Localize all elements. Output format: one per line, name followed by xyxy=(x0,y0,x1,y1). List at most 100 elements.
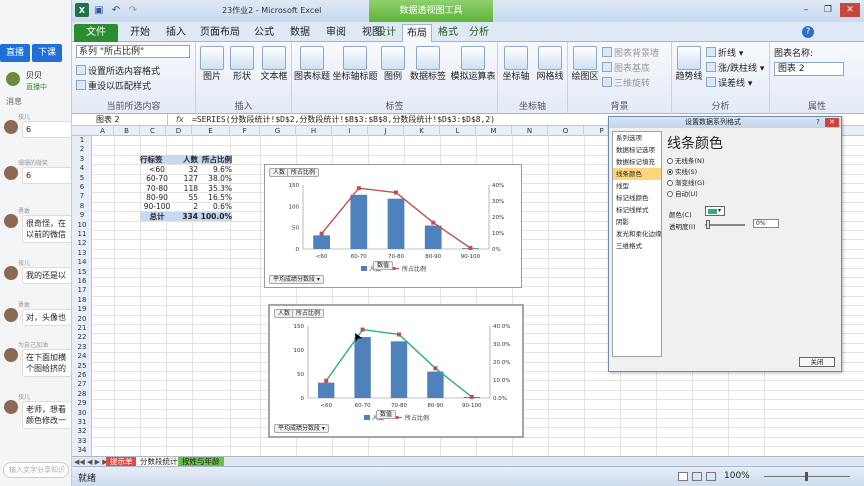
axis-title-button[interactable]: 坐标轴标题 xyxy=(332,46,378,83)
chart-title-button[interactable]: 图表标题 xyxy=(294,46,330,83)
pivot-total-cell[interactable]: 100.0% xyxy=(198,211,232,221)
row-header[interactable]: 29 xyxy=(72,399,92,408)
tab-home[interactable]: 开始 xyxy=(122,24,158,42)
column-header[interactable]: C xyxy=(140,126,166,136)
row-header[interactable]: 28 xyxy=(72,390,92,399)
bar[interactable] xyxy=(390,341,408,398)
tab-page-layout[interactable]: 页面布局 xyxy=(194,24,246,42)
pivot-cell[interactable]: 35.3% xyxy=(198,184,232,193)
line-marker[interactable] xyxy=(397,332,401,337)
column-header[interactable]: E xyxy=(192,126,230,136)
formula-input[interactable]: =SERIES(分数段统计!$D$2,分数段统计!$B$3:$B$8,分数段统计… xyxy=(192,114,495,126)
column-header[interactable]: J xyxy=(368,126,404,136)
row-header[interactable]: 1 xyxy=(72,136,92,145)
bar[interactable] xyxy=(354,337,371,398)
pivot-cell[interactable]: 0.6% xyxy=(198,202,232,211)
column-header[interactable]: O xyxy=(548,126,584,136)
row-header[interactable]: 13 xyxy=(72,249,92,258)
axis-field-button[interactable]: 数值 xyxy=(373,261,394,270)
pivot-total-cell[interactable]: 总计 xyxy=(140,211,174,221)
data-labels-button[interactable]: 数据标签 xyxy=(408,46,448,83)
picture-button[interactable]: 图片 xyxy=(198,46,226,83)
line-option-radio[interactable]: 无线条(N) xyxy=(667,155,704,165)
row-header[interactable]: 24 xyxy=(72,352,92,361)
row-header[interactable]: 20 xyxy=(72,315,92,324)
column-header[interactable]: I xyxy=(332,126,368,136)
pivot-chart-1[interactable]: 0 50 100 150 0% 10% 20% 30% 40% <60 60-70 70-80 80-9… xyxy=(264,164,522,288)
row-header[interactable]: 10 xyxy=(72,221,92,230)
tab-design[interactable]: 设计 xyxy=(369,24,403,42)
chart-floor-button[interactable]: 图表基底 xyxy=(602,61,650,74)
row-header[interactable]: 25 xyxy=(72,362,92,371)
pivot-cell[interactable]: 9.6% xyxy=(198,165,232,174)
name-box[interactable]: 图表 2 xyxy=(72,114,168,126)
row-header[interactable]: 31 xyxy=(72,418,92,427)
dialog-close-icon[interactable]: ✕ xyxy=(825,118,839,127)
help-icon[interactable]: ? xyxy=(802,26,814,38)
dialog-nav-item[interactable]: 标记线颜色 xyxy=(613,192,661,204)
bar[interactable] xyxy=(424,225,442,249)
row-header[interactable]: 17 xyxy=(72,286,92,295)
end-class-button[interactable]: 下课 xyxy=(32,44,62,62)
column-header[interactable]: N xyxy=(512,126,548,136)
field-button-ratio[interactable]: 所占比例 xyxy=(287,168,320,177)
field-button-count[interactable]: 人数 xyxy=(269,168,290,177)
slider-thumb[interactable] xyxy=(706,220,710,229)
dialog-nav-item[interactable]: 线型 xyxy=(613,180,661,192)
column-header[interactable]: H xyxy=(296,126,332,136)
column-header[interactable]: L xyxy=(440,126,476,136)
bar[interactable] xyxy=(350,194,368,249)
fx-icon[interactable]: fx xyxy=(176,114,184,126)
column-header[interactable]: B xyxy=(114,126,140,136)
close-icon[interactable]: ✕ xyxy=(840,3,860,17)
pivot-cell[interactable]: 70-80 xyxy=(140,184,174,193)
pivot-total-cell[interactable]: 334 xyxy=(174,211,198,221)
pivot-cell[interactable]: 60-70 xyxy=(140,174,174,183)
row-header[interactable]: 27 xyxy=(72,380,92,389)
pivot-cell[interactable]: 16.5% xyxy=(198,193,232,202)
dialog-nav-item[interactable]: 阴影 xyxy=(613,216,661,228)
bar[interactable] xyxy=(387,198,405,249)
legend-button[interactable]: 图例 xyxy=(380,46,406,83)
zoom-thumb[interactable] xyxy=(805,472,808,481)
selection-dropdown[interactable]: 系列 "所占比例" xyxy=(76,45,190,58)
pivot-header[interactable]: 所占比例 xyxy=(198,155,232,165)
line-option-radio[interactable]: 自动(U) xyxy=(667,188,698,198)
row-header[interactable]: 19 xyxy=(72,305,92,314)
column-header[interactable]: G xyxy=(260,126,296,136)
line-option-radio[interactable]: 渐变线(G) xyxy=(667,177,705,187)
row-header[interactable]: 30 xyxy=(72,409,92,418)
pivot-cell[interactable]: 118 xyxy=(174,184,198,193)
undo-icon[interactable]: ↶ xyxy=(109,3,123,17)
tab-format[interactable]: 格式 xyxy=(433,24,463,42)
row-header[interactable]: 7 xyxy=(72,192,92,201)
column-header[interactable]: D xyxy=(166,126,192,136)
chart-name-input[interactable]: 图表 2 xyxy=(774,62,844,76)
field-button-ratio[interactable]: 所占比例 xyxy=(292,309,325,318)
line-marker[interactable] xyxy=(394,190,398,195)
restore-icon[interactable]: ❐ xyxy=(818,3,838,17)
line-marker[interactable] xyxy=(324,378,329,383)
row-header[interactable]: 21 xyxy=(72,324,92,333)
column-header[interactable]: M xyxy=(476,126,512,136)
pivot-cell[interactable]: 55 xyxy=(174,193,198,202)
pivot-cell[interactable]: 80-90 xyxy=(140,193,174,202)
bar[interactable] xyxy=(427,371,444,398)
dialog-nav-item[interactable]: 系列选项 xyxy=(613,132,661,144)
line-marker[interactable] xyxy=(319,231,324,236)
line-marker[interactable] xyxy=(469,394,474,399)
column-header[interactable]: K xyxy=(404,126,440,136)
row-header[interactable]: 11 xyxy=(72,230,92,239)
row-header[interactable]: 23 xyxy=(72,343,92,352)
row-header[interactable]: 14 xyxy=(72,258,92,267)
row-header[interactable]: 6 xyxy=(72,183,92,192)
trendline-button[interactable]: 趋势线 xyxy=(674,46,704,83)
3d-rotation-button[interactable]: 三维旋转 xyxy=(602,76,650,89)
filter-field-button[interactable]: 平均成绩分数段 ▾ xyxy=(269,275,324,284)
row-header[interactable]: 12 xyxy=(72,239,92,248)
page-layout-icon[interactable] xyxy=(692,472,702,481)
pivot-cell[interactable]: 32 xyxy=(174,165,198,174)
dialog-nav-item[interactable]: 发光和柔化边缘 xyxy=(613,228,662,240)
transparency-slider[interactable] xyxy=(705,224,745,226)
lines-button[interactable]: 折线 ▾ xyxy=(706,46,743,59)
